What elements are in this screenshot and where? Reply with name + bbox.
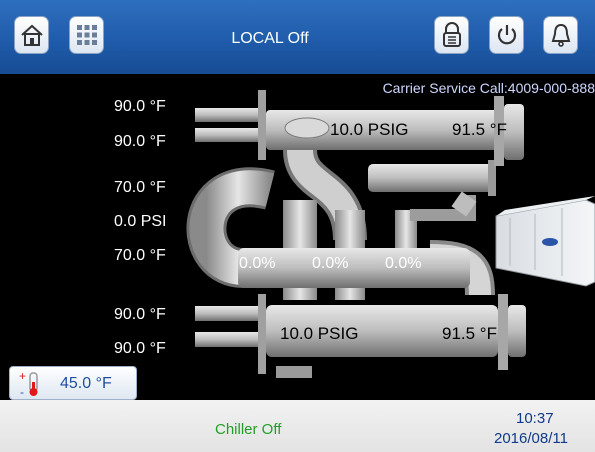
clock-date: 2016/08/11 (494, 430, 568, 447)
home-button[interactable] (14, 16, 49, 54)
lock-icon (442, 22, 461, 47)
condenser-inlet-temp: 90.0 °F (114, 98, 166, 115)
evaporator-temp: 91.5 °F (442, 324, 497, 343)
condenser-outlet-temp: 90.0 °F (114, 133, 166, 150)
service-call-text: Carrier Service Call:4009-000-888 (382, 80, 595, 96)
condenser-temp: 91.5 °F (452, 120, 507, 139)
home-icon (20, 24, 43, 46)
power-button[interactable] (489, 16, 524, 54)
chiller-status: Chiller Off (215, 421, 282, 438)
pressure-readout: 0.0 PSI (114, 213, 167, 230)
leaving-temp: 70.0 °F (114, 179, 166, 196)
svg-text:+: + (19, 370, 26, 383)
setpoint-button[interactable]: + - 45.0 °F (9, 366, 137, 400)
chiller-unit-image (495, 196, 595, 287)
alarm-button[interactable] (543, 16, 578, 54)
percent-readout-1: 0.0% (239, 255, 276, 272)
percent-readout-2: 0.0% (312, 255, 349, 272)
evaporator-outlet-temp: 90.0 °F (114, 340, 166, 357)
setpoint-value: 45.0 °F (60, 375, 112, 392)
lock-button[interactable] (434, 16, 469, 54)
page-title: LOCAL Off (231, 30, 309, 47)
power-icon (497, 25, 516, 45)
entering-temp: 70.0 °F (114, 247, 166, 264)
svg-text:-: - (20, 385, 24, 398)
menu-grid-button[interactable] (69, 16, 104, 54)
condenser-pressure: 10.0 PSIG (330, 120, 409, 139)
bell-icon (551, 23, 570, 47)
evaporator-pressure: 10.0 PSIG (280, 324, 359, 343)
evaporator-inlet-temp: 90.0 °F (114, 306, 166, 323)
percent-readout-3: 0.0% (385, 255, 422, 272)
thermometer-icon: + - (19, 370, 38, 398)
clock-time: 10:37 (516, 410, 554, 427)
grid-icon (76, 25, 97, 45)
